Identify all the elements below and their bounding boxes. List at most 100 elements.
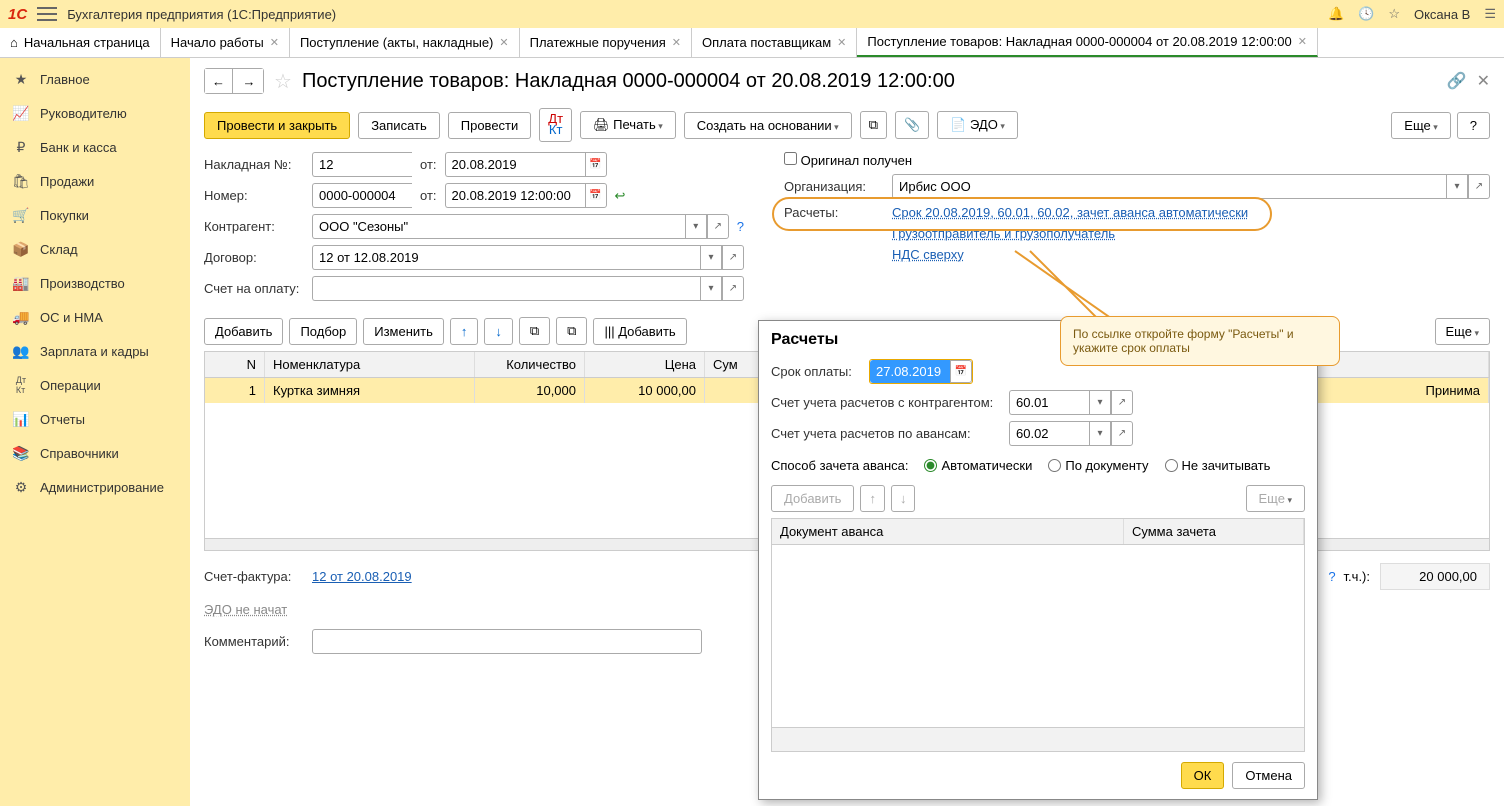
star-icon[interactable]: ☆ (1388, 6, 1400, 22)
calendar-icon[interactable]: 📅 (585, 183, 607, 208)
down-button[interactable]: ↓ (484, 318, 513, 345)
dropdown-icon[interactable]: ▾ (1089, 421, 1111, 446)
sidebar-item-assets[interactable]: 🚚ОС и НМА (0, 300, 190, 334)
collapse-icon[interactable]: ☰ (1484, 6, 1496, 22)
sidebar-item-sales[interactable]: 🛍Продажи (0, 164, 190, 198)
grid-body[interactable] (772, 545, 1304, 727)
edo-status-link[interactable]: ЭДО не начат (204, 602, 287, 617)
date2-input[interactable] (445, 183, 585, 208)
col-advance-doc[interactable]: Документ аванса (772, 519, 1124, 544)
col-advance-sum[interactable]: Сумма зачета (1124, 519, 1304, 544)
history-icon[interactable]: 🕓 (1358, 6, 1374, 22)
sidebar-item-admin[interactable]: ⚙Администрирование (0, 470, 190, 504)
down-button[interactable]: ↓ (891, 485, 916, 512)
sidebar-item-purchases[interactable]: 🛒Покупки (0, 198, 190, 232)
open-icon[interactable]: ↗ (722, 245, 744, 270)
close-icon[interactable]: ✕ (1477, 71, 1490, 91)
col-price[interactable]: Цена (585, 352, 705, 377)
sidebar-item-hr[interactable]: 👥Зарплата и кадры (0, 334, 190, 368)
dropdown-icon[interactable]: ▾ (685, 214, 707, 239)
dropdown-icon[interactable]: ▾ (700, 245, 722, 270)
calendar-icon[interactable]: 📅 (950, 360, 972, 383)
col-sum[interactable]: Сум (705, 352, 765, 377)
open-icon[interactable]: ↗ (722, 276, 744, 301)
paste-row-button[interactable]: ⧉ (556, 317, 587, 345)
attach-button[interactable]: 📎 (895, 111, 929, 139)
calendar-icon[interactable]: 📅 (585, 152, 607, 177)
open-icon[interactable]: ↗ (1111, 421, 1133, 446)
acc2-input[interactable] (1009, 421, 1089, 446)
dtkt-button[interactable]: ДтКт (539, 108, 572, 142)
link-icon[interactable]: 🔗 (1447, 71, 1467, 91)
due-input[interactable] (870, 360, 950, 383)
menu-icon[interactable] (37, 7, 57, 21)
radio-bydoc[interactable]: По документу (1048, 458, 1148, 473)
barcode-add-button[interactable]: ||| Добавить (593, 318, 686, 345)
save-button[interactable]: Записать (358, 112, 440, 139)
close-icon[interactable]: ✕ (672, 36, 681, 49)
acc1-input[interactable] (1009, 390, 1089, 415)
status-icon[interactable]: ↩ (615, 188, 626, 204)
sf-link[interactable]: 12 от 20.08.2019 (312, 569, 412, 584)
sidebar-item-production[interactable]: 🏭Производство (0, 266, 190, 300)
popup-add-button[interactable]: Добавить (771, 485, 854, 512)
vat-link[interactable]: НДС сверху (892, 247, 964, 262)
sidebar-item-catalogs[interactable]: 📚Справочники (0, 436, 190, 470)
col-nomenclature[interactable]: Номенклатура (265, 352, 475, 377)
ok-button[interactable]: ОК (1181, 762, 1225, 789)
back-button[interactable]: ← (205, 69, 233, 93)
close-icon[interactable]: ✕ (1298, 35, 1307, 48)
open-icon[interactable]: ↗ (1111, 390, 1133, 415)
edo-button[interactable]: 📄 ЭДО (937, 111, 1018, 139)
date1-input[interactable] (445, 152, 585, 177)
sidebar-item-bank[interactable]: ₽Банк и касса (0, 130, 190, 164)
original-checkbox[interactable]: Оригинал получен (784, 152, 912, 168)
radio-auto[interactable]: Автоматически (924, 458, 1032, 473)
payacc-input[interactable] (312, 276, 700, 301)
favorite-icon[interactable]: ☆ (274, 69, 292, 94)
number-input[interactable] (312, 183, 412, 208)
copy-button[interactable]: ⧉ (860, 111, 887, 139)
sidebar-item-operations[interactable]: ДтКтОперации (0, 368, 190, 402)
create-based-button[interactable]: Создать на основании (684, 112, 852, 139)
up-button[interactable]: ↑ (450, 318, 479, 345)
open-icon[interactable]: ↗ (707, 214, 729, 239)
pick-button[interactable]: Подбор (289, 318, 357, 345)
tab-item-active[interactable]: Поступление товаров: Накладная 0000-0000… (857, 28, 1318, 57)
tab-item[interactable]: Платежные поручения✕ (520, 28, 692, 57)
close-icon[interactable]: ✕ (837, 36, 846, 49)
help-icon[interactable]: ? (737, 219, 744, 234)
sidebar-item-main[interactable]: ★Главное (0, 62, 190, 96)
invoice-no-input[interactable] (312, 152, 412, 177)
forward-button[interactable]: → (235, 69, 263, 93)
comment-input[interactable] (312, 629, 702, 654)
col-qty[interactable]: Количество (475, 352, 585, 377)
tab-home[interactable]: ⌂ Начальная страница (0, 28, 161, 57)
open-icon[interactable]: ↗ (1468, 174, 1490, 199)
close-icon[interactable]: ✕ (270, 36, 279, 49)
tab-item[interactable]: Поступление (акты, накладные)✕ (290, 28, 520, 57)
post-button[interactable]: Провести (448, 112, 532, 139)
tab-item[interactable]: Начало работы✕ (161, 28, 290, 57)
add-button[interactable]: Добавить (204, 318, 283, 345)
dropdown-icon[interactable]: ▾ (1089, 390, 1111, 415)
col-n[interactable]: N (205, 352, 265, 377)
org-input[interactable] (892, 174, 1446, 199)
sidebar-item-reports[interactable]: 📊Отчеты (0, 402, 190, 436)
bell-icon[interactable]: 🔔 (1328, 6, 1344, 22)
up-button[interactable]: ↑ (860, 485, 885, 512)
dropdown-icon[interactable]: ▾ (1446, 174, 1468, 199)
edit-button[interactable]: Изменить (363, 318, 444, 345)
cancel-button[interactable]: Отмена (1232, 762, 1305, 789)
dropdown-icon[interactable]: ▾ (700, 276, 722, 301)
popup-more-button[interactable]: Еще (1246, 485, 1305, 512)
sidebar-item-manager[interactable]: 📈Руководителю (0, 96, 190, 130)
tab-item[interactable]: Оплата поставщикам✕ (692, 28, 857, 57)
counterparty-input[interactable] (312, 214, 685, 239)
contract-input[interactable] (312, 245, 700, 270)
table-more-button[interactable]: Еще (1435, 318, 1490, 345)
copy-row-button[interactable]: ⧉ (519, 317, 550, 345)
user-name[interactable]: Оксана В (1414, 7, 1470, 22)
help-icon[interactable]: ? (1328, 569, 1335, 584)
close-icon[interactable]: ✕ (499, 36, 508, 49)
